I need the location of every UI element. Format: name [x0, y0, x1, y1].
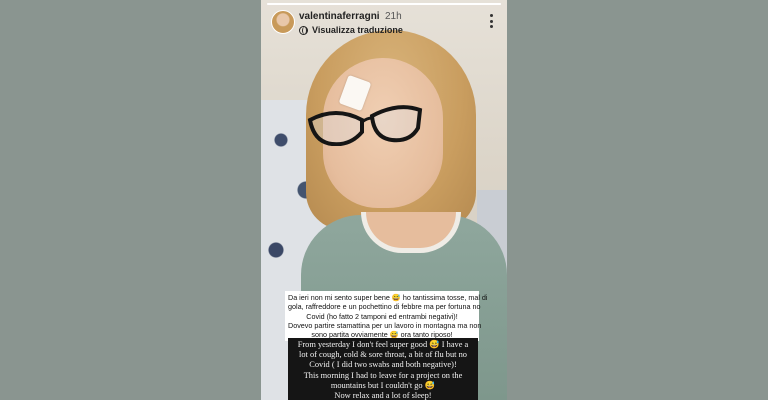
- caption-line: Covid ( I did two swabs and both negativ…: [309, 360, 457, 370]
- story-progress-bar: [267, 3, 501, 5]
- photo-glasses: [307, 105, 423, 146]
- caption-line: mountains but I couldn't go 😅: [330, 380, 436, 390]
- caption-line: Da ieri non mi sento super bene 😅 ho tan…: [288, 293, 488, 302]
- translate-link[interactable]: Visualizza traduzione: [299, 25, 403, 35]
- post-time: 21h: [385, 11, 402, 22]
- avatar[interactable]: [271, 10, 295, 34]
- story-viewer[interactable]: valentinaferragni 21h Visualizza traduzi…: [261, 0, 507, 400]
- more-vertical-icon[interactable]: [489, 14, 493, 28]
- translate-label: Visualizza traduzione: [312, 25, 403, 35]
- caption-line: Now relax and a lot of sleep!: [334, 391, 432, 400]
- caption-italian: Da ieri non mi sento super bene 😅 ho tan…: [285, 291, 488, 342]
- caption-line: Covid (ho fatto 2 tamponi ed entrambi ne…: [306, 311, 458, 321]
- story-header: valentinaferragni 21h Visualizza traduzi…: [267, 8, 501, 40]
- caption-english: From yesterday I don't feel super good 😅…: [288, 338, 478, 400]
- caption-line: Dovevo partire stamattina per un lavoro …: [288, 320, 482, 330]
- caption-line: From yesterday I don't feel super good 😅…: [297, 340, 469, 349]
- story-progress-fill: [267, 3, 501, 5]
- globe-icon: [299, 25, 308, 35]
- caption-line: This morning I had to leave for a projec…: [303, 370, 463, 380]
- caption-line: gola, raffreddore e un pochettino di feb…: [288, 302, 481, 312]
- caption-line: lot of cough, cold & sore throat, a bit …: [299, 350, 467, 360]
- username[interactable]: valentinaferragni: [299, 11, 380, 22]
